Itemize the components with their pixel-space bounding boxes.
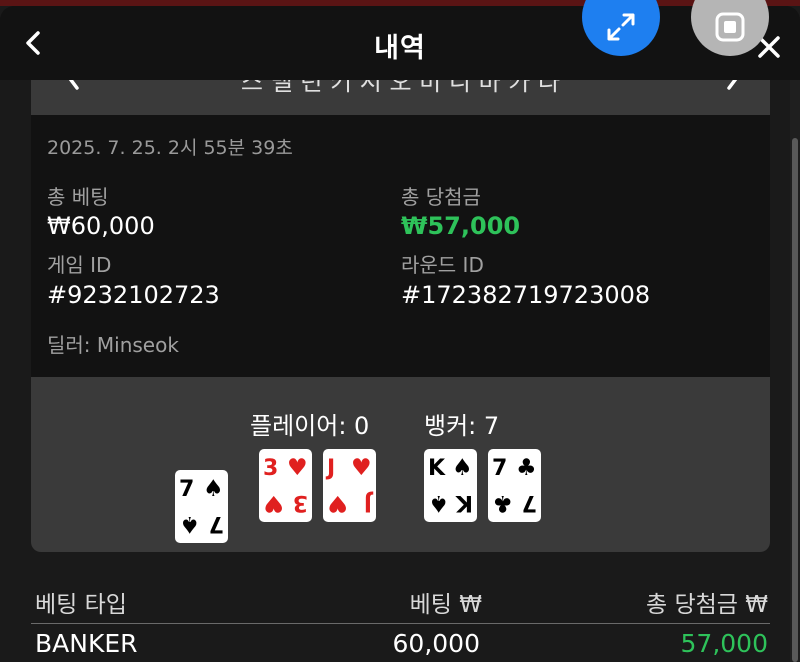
card-rank: 7 — [209, 511, 224, 536]
player-score: 플레이어: 0 — [250, 412, 370, 440]
total-bet-label: 총 베팅 — [47, 185, 109, 209]
total-win-label: 총 당첨금 — [401, 185, 481, 209]
col-header-bet-type: 베팅 타입 — [35, 592, 127, 618]
player-card-3: J ♥ J ♥ — [323, 449, 376, 522]
card-suit-icon: ♥ — [327, 490, 348, 516]
round-detail-card: 스 맬 런 키 시 오 미 니 바 카 라 2025. 7. 25. 2시 55… — [31, 60, 770, 552]
card-rank: J — [364, 490, 374, 515]
header-bar: 내역 — [0, 6, 800, 80]
card-suit-icon: ♥ — [287, 455, 308, 481]
dealer-name: 딜러: Minseok — [47, 333, 179, 357]
card-suit-icon: ♥ — [263, 490, 284, 516]
total-win-value: ₩57,000 — [401, 212, 521, 240]
card-suit-icon: ♣ — [516, 455, 537, 481]
scrollbar-thumb[interactable] — [792, 138, 798, 662]
card-rank: 7 — [179, 477, 194, 502]
page-title: 내역 — [374, 33, 426, 64]
banker-score: 뱅커: 7 — [424, 412, 500, 440]
round-info: 2025. 7. 25. 2시 55분 39초 총 베팅 ₩60,000 총 당… — [31, 115, 770, 377]
card-suit-icon: ♠ — [428, 490, 449, 516]
card-rank: 3 — [293, 490, 308, 515]
col-header-bet: 베팅 ₩ — [409, 592, 482, 618]
header-divider — [31, 623, 770, 624]
card-suit-icon: ♥ — [351, 455, 372, 481]
card-suit-icon: ♠ — [452, 455, 473, 481]
row-win-amount: 57,000 — [680, 629, 768, 658]
card-rank: K — [455, 490, 473, 515]
player-card-1: 7 ♠ 7 ♠ — [175, 470, 228, 543]
card-rank: 7 — [492, 456, 507, 481]
card-suit-icon: ♣ — [492, 490, 513, 516]
expand-icon — [607, 13, 635, 41]
game-id-value: #9232102723 — [47, 281, 220, 309]
card-rank: K — [428, 456, 446, 481]
banker-card-1: K ♠ K ♠ — [424, 449, 477, 522]
game-id-label: 게임 ID — [47, 253, 112, 277]
col-header-win: 총 당첨금 ₩ — [645, 592, 768, 618]
row-bet-amount: 60,000 — [392, 629, 480, 658]
card-suit-icon: ♠ — [203, 476, 224, 502]
round-id-label: 라운드 ID — [401, 253, 484, 277]
round-id-value: #172382719723008 — [401, 281, 651, 309]
card-rank: 7 — [522, 490, 537, 515]
card-suit-icon: ♠ — [179, 511, 200, 537]
round-timestamp: 2025. 7. 25. 2시 55분 39초 — [47, 137, 293, 159]
card-rank: 3 — [263, 456, 278, 481]
window-icon — [715, 12, 745, 42]
total-bet-value: ₩60,000 — [47, 212, 155, 240]
banker-card-2: 7 ♣ 7 ♣ — [488, 449, 541, 522]
card-rank: J — [325, 456, 335, 481]
player-card-2: 3 ♥ 3 ♥ — [259, 449, 312, 522]
row-bet-type: BANKER — [35, 629, 138, 658]
